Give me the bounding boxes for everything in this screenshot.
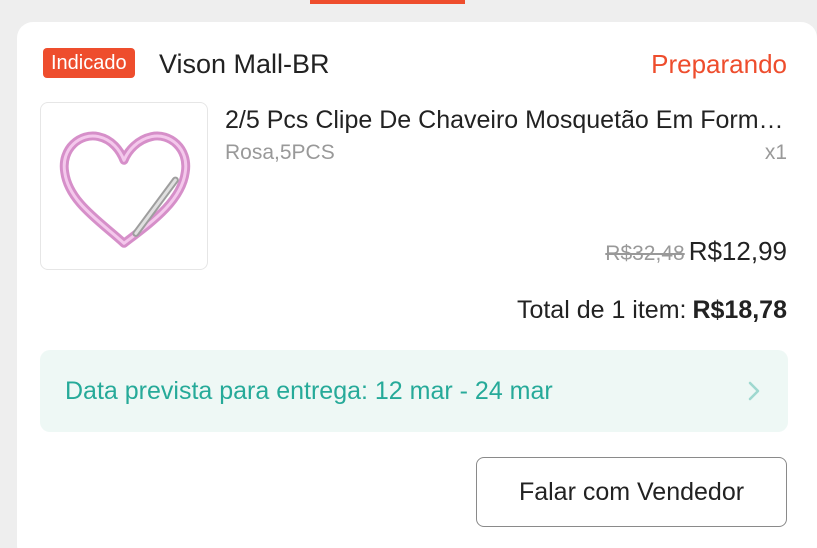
order-total: Total de 1 item: R$18,78: [517, 293, 787, 327]
product-quantity: x1: [764, 141, 787, 164]
total-amount: R$18,78: [692, 296, 787, 324]
product-title[interactable]: 2/5 Pcs Clipe De Chaveiro Mosquetão Em F…: [225, 102, 790, 138]
heart-carabiner-image: [59, 131, 191, 248]
chat-with-seller-button[interactable]: Falar com Vendedor: [476, 457, 787, 527]
product-image[interactable]: [40, 102, 208, 270]
original-price: R$32,48: [605, 242, 685, 265]
product-variation: Rosa,5PCS: [225, 141, 335, 164]
shop-header[interactable]: Indicado Vison Mall-BR Preparando: [43, 46, 787, 82]
price-row: R$32,48 R$12,99: [605, 236, 787, 267]
shop-name[interactable]: Vison Mall-BR: [159, 46, 330, 82]
current-price: R$12,99: [688, 236, 787, 266]
chevron-right-icon: [748, 381, 760, 401]
delivery-estimate[interactable]: Data prevista para entrega: 12 mar - 24 …: [40, 350, 788, 432]
active-tab-indicator: [310, 0, 465, 4]
order-status: Preparando: [651, 49, 787, 79]
preferred-badge: Indicado: [43, 48, 135, 78]
order-card: Indicado Vison Mall-BR Preparando 2/5 Pc…: [17, 22, 817, 548]
delivery-estimate-text: Data prevista para entrega: 12 mar - 24 …: [65, 377, 553, 405]
total-label: Total de 1 item:: [516, 296, 687, 324]
